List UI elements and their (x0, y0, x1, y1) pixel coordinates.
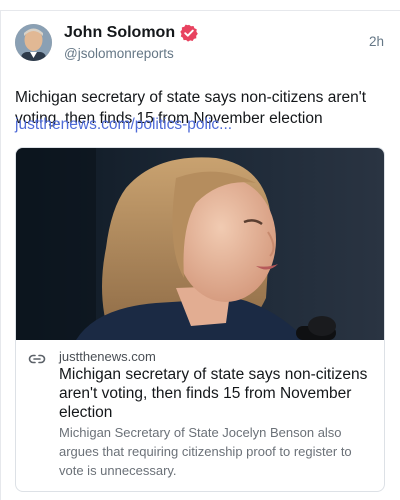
author-handle[interactable]: @jsolomonreports (64, 46, 174, 61)
card-domain: justthenews.com (59, 349, 156, 364)
post-timestamp[interactable]: 2h (369, 34, 384, 49)
card-description: Michigan Secretary of State Jocelyn Bens… (59, 425, 352, 478)
post-link[interactable]: justthenews.com/politics-polic... (15, 114, 232, 135)
card-image[interactable] (16, 148, 384, 340)
link-chain-icon (28, 352, 46, 364)
avatar[interactable] (15, 24, 52, 61)
verified-badge-icon (180, 24, 198, 42)
post: John Solomon @jsolomonreports 2h Michiga… (0, 10, 400, 500)
link-preview-card[interactable]: justthenews.com Michigan secretary of st… (15, 147, 385, 492)
author-row: John Solomon (64, 24, 198, 42)
card-body: justthenews.com Michigan secretary of st… (16, 340, 384, 491)
author-name[interactable]: John Solomon (64, 24, 175, 42)
card-title: Michigan secretary of state says non-cit… (59, 366, 368, 421)
